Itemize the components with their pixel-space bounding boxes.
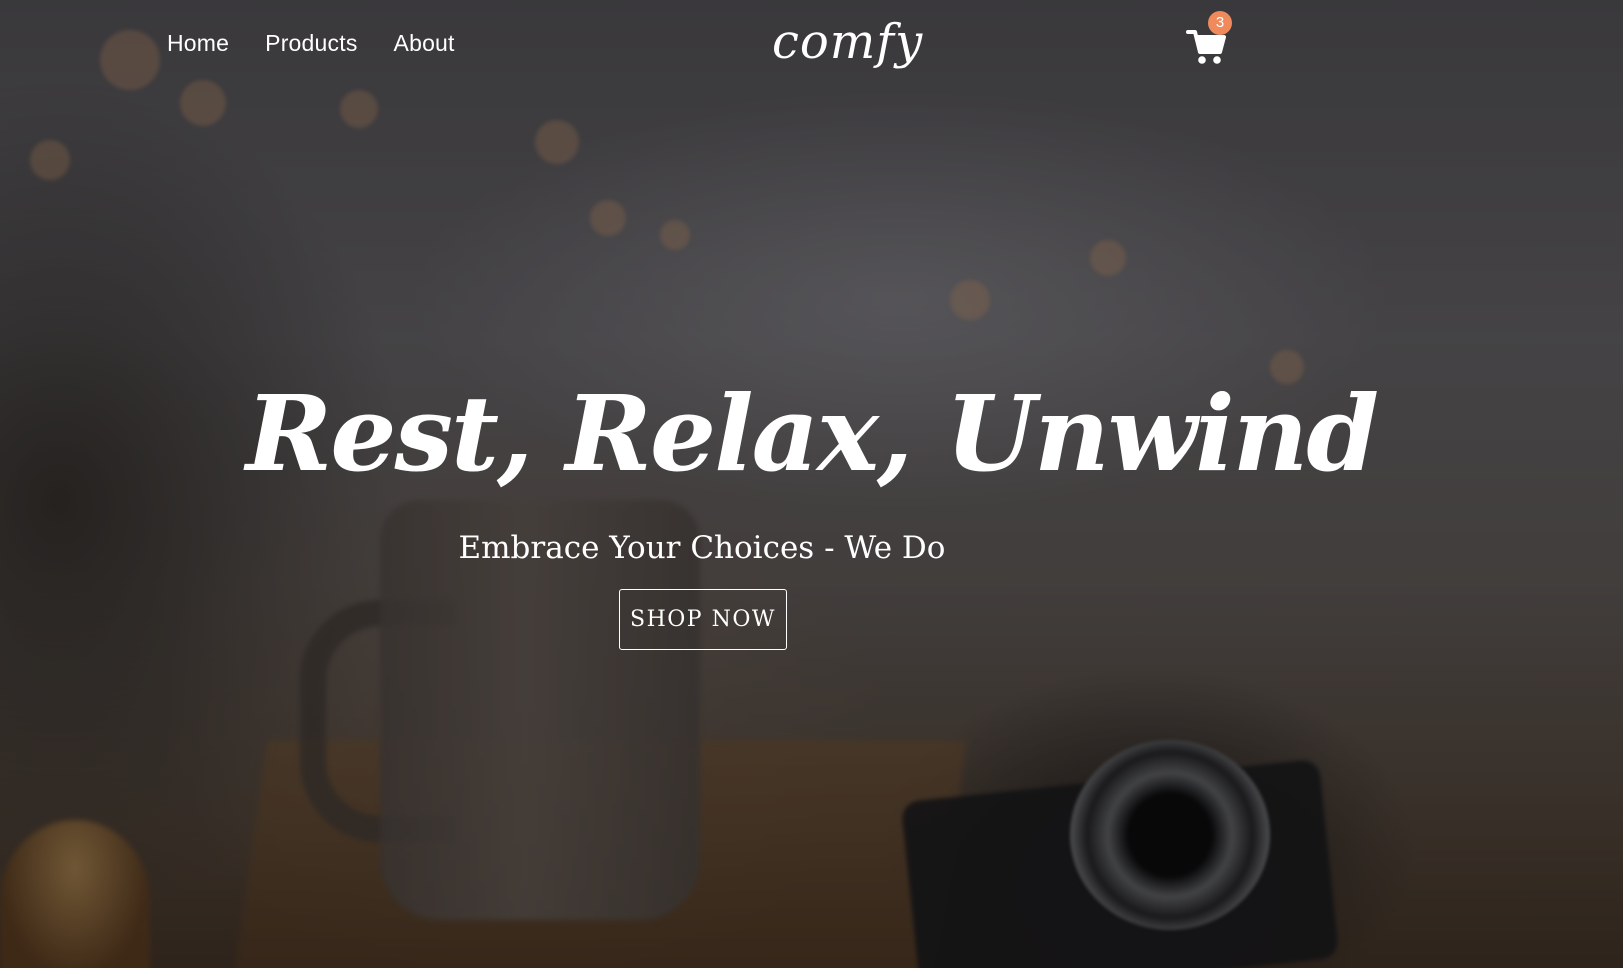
brand-logo[interactable]: comfy bbox=[772, 14, 923, 70]
hero-title: Rest, Relax, Unwind bbox=[245, 372, 1379, 495]
cart-count-badge: 3 bbox=[1208, 11, 1232, 35]
shop-now-button[interactable]: SHOP NOW bbox=[619, 589, 787, 650]
navbar: Home Products About comfy 3 bbox=[0, 0, 1623, 92]
nav-link-home[interactable]: Home bbox=[167, 30, 229, 57]
hero-subtitle: Embrace Your Choices - We Do bbox=[458, 530, 946, 566]
nav-link-products[interactable]: Products bbox=[265, 30, 357, 57]
nav-link-about[interactable]: About bbox=[394, 30, 455, 57]
nav-links: Home Products About bbox=[167, 30, 455, 57]
